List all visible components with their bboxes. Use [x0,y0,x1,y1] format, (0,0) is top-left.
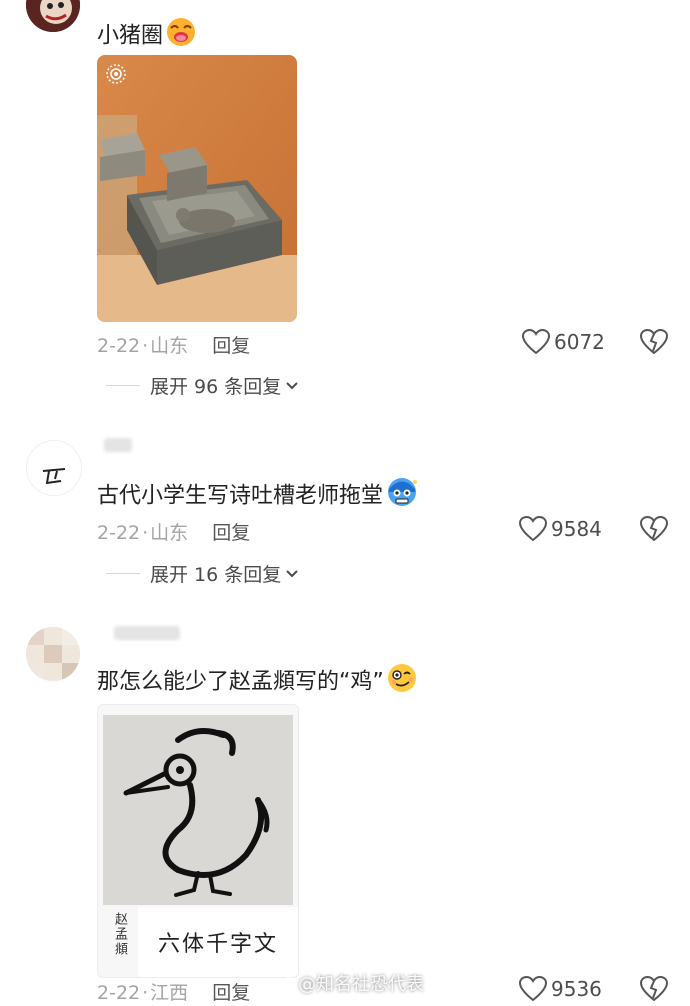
comment-region: 山东 [150,335,189,357]
chevron-down-icon [286,381,298,389]
calligraphy-title: 六体千字文 [157,932,278,957]
like-count: 9536 [551,977,602,1001]
comment-region: 山东 [150,522,189,544]
expand-replies[interactable]: 展开 96 条回复 [106,372,299,399]
like-button[interactable]: 9584 [519,516,602,542]
calligraphy-author: 赵孟頫 [112,912,127,957]
comment-text: 那怎么能少了赵孟頫写的“鸡” [97,662,418,703]
heart-icon [522,329,550,355]
comment-text: 古代小学生写诗吐槽老师拖堂 [97,476,419,517]
comment-date: 2-22 [97,522,141,544]
comment-date: 2-22 [97,335,141,357]
dislike-button[interactable] [639,515,669,546]
comment-photo[interactable] [97,55,297,322]
comment-meta: 2-22 · 山东 回复 [97,335,251,357]
comment-text-content: 小猪圈 [97,23,164,49]
broken-heart-icon [639,328,669,355]
like-count: 6072 [554,330,605,354]
expand-replies-label: 展开 96 条回复 [150,376,282,398]
calligraphy-rooster-image [103,715,293,905]
avatar[interactable] [26,627,80,681]
username-blurred [104,438,132,452]
live-photo-icon[interactable] [105,63,127,89]
like-button[interactable]: 6072 [522,329,605,355]
weibo-watermark: @知名社恐代表 [268,970,424,996]
divider [106,573,140,574]
frozen-face-emoji [385,476,419,517]
username-blurred [114,626,180,640]
avatar[interactable] [26,0,80,32]
comment-text-content: 古代小学生写诗吐槽老师拖堂 [97,483,384,509]
comment-photo[interactable]: 赵孟頫 六体千字文 [97,704,299,978]
pig-face-emoji [165,16,197,57]
reply-button[interactable]: 回复 [212,982,250,1004]
comment-region: 江西 [150,982,189,1004]
weibo-logo-icon [269,975,291,993]
broken-heart-icon [639,975,669,1002]
like-button[interactable]: 9536 [519,976,602,1002]
chevron-down-icon [286,569,298,577]
reply-button[interactable]: 回复 [212,522,250,544]
comment-text: 小猪圈 [97,16,197,57]
comment-meta: 2-22 · 山东 回复 [97,522,251,544]
comment-date: 2-22 [97,982,141,1004]
woozy-face-emoji [386,662,418,703]
calligraphy-title-label: 六体千字文 [138,907,298,977]
comment-meta: 2-22 · 江西 回复 [97,982,251,1004]
divider [106,385,140,386]
comment-text-content: 那怎么能少了赵孟頫写的“鸡” [97,669,384,695]
watermark-text: @知名社恐代表 [298,974,424,995]
dislike-button[interactable] [639,328,669,359]
heart-icon [519,516,547,542]
broken-heart-icon [639,515,669,542]
dislike-button[interactable] [639,975,669,1006]
expand-replies[interactable]: 展开 16 条回复 [106,560,299,587]
like-count: 9584 [551,517,602,541]
heart-icon [519,976,547,1002]
avatar[interactable] [26,440,82,496]
expand-replies-label: 展开 16 条回复 [150,564,282,586]
calligraphy-author-label: 赵孟頫 [106,912,128,957]
reply-button[interactable]: 回复 [212,335,250,357]
